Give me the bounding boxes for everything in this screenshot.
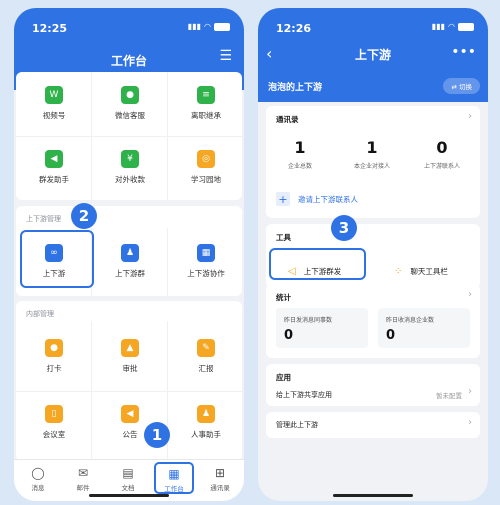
wifi-icon: ◠: [204, 22, 211, 31]
megaphone-icon: ◀: [121, 405, 139, 423]
app-broadcast[interactable]: ◀ 群发助手: [17, 150, 91, 185]
chat-icon: ●: [121, 86, 139, 104]
left-phone: 12:25 ▮▮▮ ◠ 工作台 ☰ W 视频号 ● 微信客服 ≡ 离职继承 ◀ 群发助手 …: [14, 8, 244, 501]
document-icon: ≡: [197, 86, 215, 104]
highlight-updown: [20, 230, 94, 288]
stamp-icon: ▲: [121, 339, 139, 357]
top-apps-card: W 视频号 ● 微信客服 ≡ 离职继承 ◀ 群发助手 ¥ 对外收款 ◎ 学习园地: [16, 72, 242, 200]
app-updown-collab[interactable]: ▦ 上下游协作: [169, 244, 243, 279]
app-learning[interactable]: ◎ 学习园地: [169, 150, 243, 185]
switch-button[interactable]: ⇄ 切换: [443, 78, 480, 94]
stats-card: 统计 › 昨日发消息同事数 0 昨日收消息企业数 0: [266, 284, 480, 358]
tab-contacts[interactable]: ⊞ 通讯录: [200, 466, 240, 492]
app-checkin[interactable]: ● 打卡: [17, 339, 91, 374]
wifi-icon: ◠: [448, 22, 455, 31]
app-payment[interactable]: ¥ 对外收款: [93, 150, 167, 185]
apps-card: 应用 给上下游共享应用 暂未配置 ›: [266, 364, 480, 406]
highlight-broadcast: [269, 248, 366, 280]
tool-chat-toolbar[interactable]: ⁘ 聊天工具栏: [394, 266, 448, 277]
app-hr-assistant[interactable]: ♟ 人事助手: [169, 405, 243, 440]
status-icons: ▮▮▮ ◠: [188, 22, 230, 31]
stat-contacts: 0 上下游联系人: [423, 138, 460, 170]
invite-button[interactable]: + 邀请上下游联系人: [276, 192, 358, 206]
app-updown-group[interactable]: ♟ 上下游群: [93, 244, 167, 279]
mail-icon: ✉: [77, 466, 89, 480]
page-title: 工作台: [110, 54, 147, 68]
group-icon: ♟: [121, 244, 139, 262]
toolbar-icon: ⁘: [394, 266, 403, 277]
stat-enterprises: 1 企业总数: [287, 138, 312, 170]
apps-status: 暂未配置: [436, 392, 462, 400]
person-icon: ♟: [197, 405, 215, 423]
step-badge-3: 3: [331, 215, 357, 241]
door-icon: ▯: [45, 405, 63, 423]
tab-messages[interactable]: ◯ 消息: [18, 466, 58, 492]
more-icon[interactable]: •••: [451, 44, 476, 60]
card-title: 工具: [276, 233, 291, 242]
plus-icon: +: [276, 192, 290, 206]
stat-box-colleagues: 昨日发消息同事数 0: [276, 308, 368, 348]
card-title: 通讯录: [276, 115, 299, 124]
contacts-card: 通讯录 › 1 企业总数 1 本企业对接人 0 上下游联系人 + 邀请上下游联系人: [266, 106, 480, 218]
manage-card[interactable]: 管理此上下游 ›: [266, 412, 480, 438]
chevron-right-icon[interactable]: ›: [468, 417, 472, 428]
home-indicator: [89, 494, 169, 497]
location-icon: ●: [45, 339, 63, 357]
chevron-right-icon[interactable]: ›: [468, 289, 472, 300]
app-customer-service[interactable]: ● 微信客服: [93, 86, 167, 121]
status-time: 12:26: [276, 22, 312, 35]
chevron-right-icon[interactable]: ›: [468, 111, 472, 122]
signal-icon: ▮▮▮: [431, 22, 446, 31]
share-apps-item[interactable]: 给上下游共享应用: [276, 390, 332, 400]
payment-icon: ¥: [121, 150, 139, 168]
app-meeting-room[interactable]: ▯ 会议室: [17, 405, 91, 440]
settings-icon[interactable]: ☰: [219, 48, 232, 64]
megaphone-icon: ◀: [45, 150, 63, 168]
signal-icon: ▮▮▮: [187, 22, 202, 31]
workbench-icon: ▦: [168, 467, 180, 481]
message-icon: ◯: [31, 466, 45, 480]
card-title: 统计: [276, 293, 291, 302]
internal-card: 内部管理 ● 打卡 ▲ 审批 ✎ 汇报 ▯ 会议室 ◀ 公告 ♟ 人事助手: [16, 301, 242, 461]
home-indicator: [333, 494, 413, 497]
status-icons: ▮▮▮ ◠: [432, 22, 474, 31]
app-report[interactable]: ✎ 汇报: [169, 339, 243, 374]
status-time: 12:25: [32, 22, 68, 35]
org-bar: 泡泡的上下游 ⇄ 切换: [258, 70, 488, 102]
battery-icon: [458, 22, 474, 31]
edit-icon: ✎: [197, 339, 215, 357]
step-badge-1: 1: [144, 422, 170, 448]
stat-box-enterprises: 昨日收消息企业数 0: [378, 308, 470, 348]
tab-mail[interactable]: ✉ 邮件: [63, 466, 103, 492]
org-name: 泡泡的上下游: [268, 83, 323, 93]
section-label: 内部管理: [26, 310, 54, 318]
switch-icon: ⇄: [451, 83, 459, 91]
contacts-icon: ⊞: [214, 466, 226, 480]
app-resign[interactable]: ≡ 离职继承: [169, 86, 243, 121]
battery-icon: [214, 22, 230, 31]
section-label: 上下游管理: [26, 215, 61, 223]
doc-icon: ▤: [122, 466, 134, 480]
stat-liaison: 1 本企业对接人: [353, 138, 390, 170]
chevron-right-icon[interactable]: ›: [468, 386, 472, 397]
grid-icon: ▦: [197, 244, 215, 262]
step-badge-2: 2: [71, 203, 97, 229]
tab-workbench[interactable]: ▦ 工作台: [154, 462, 194, 494]
card-title: 应用: [276, 373, 291, 382]
app-approval[interactable]: ▲ 审批: [93, 339, 167, 374]
video-icon: W: [45, 86, 63, 104]
tab-docs[interactable]: ▤ 文档: [108, 466, 148, 492]
right-phone: 12:26 ▮▮▮ ◠ ‹ 上下游 ••• 泡泡的上下游 ⇄ 切换 通讯录 › 1…: [258, 8, 488, 501]
app-video[interactable]: W 视频号: [17, 86, 91, 121]
planet-icon: ◎: [197, 150, 215, 168]
